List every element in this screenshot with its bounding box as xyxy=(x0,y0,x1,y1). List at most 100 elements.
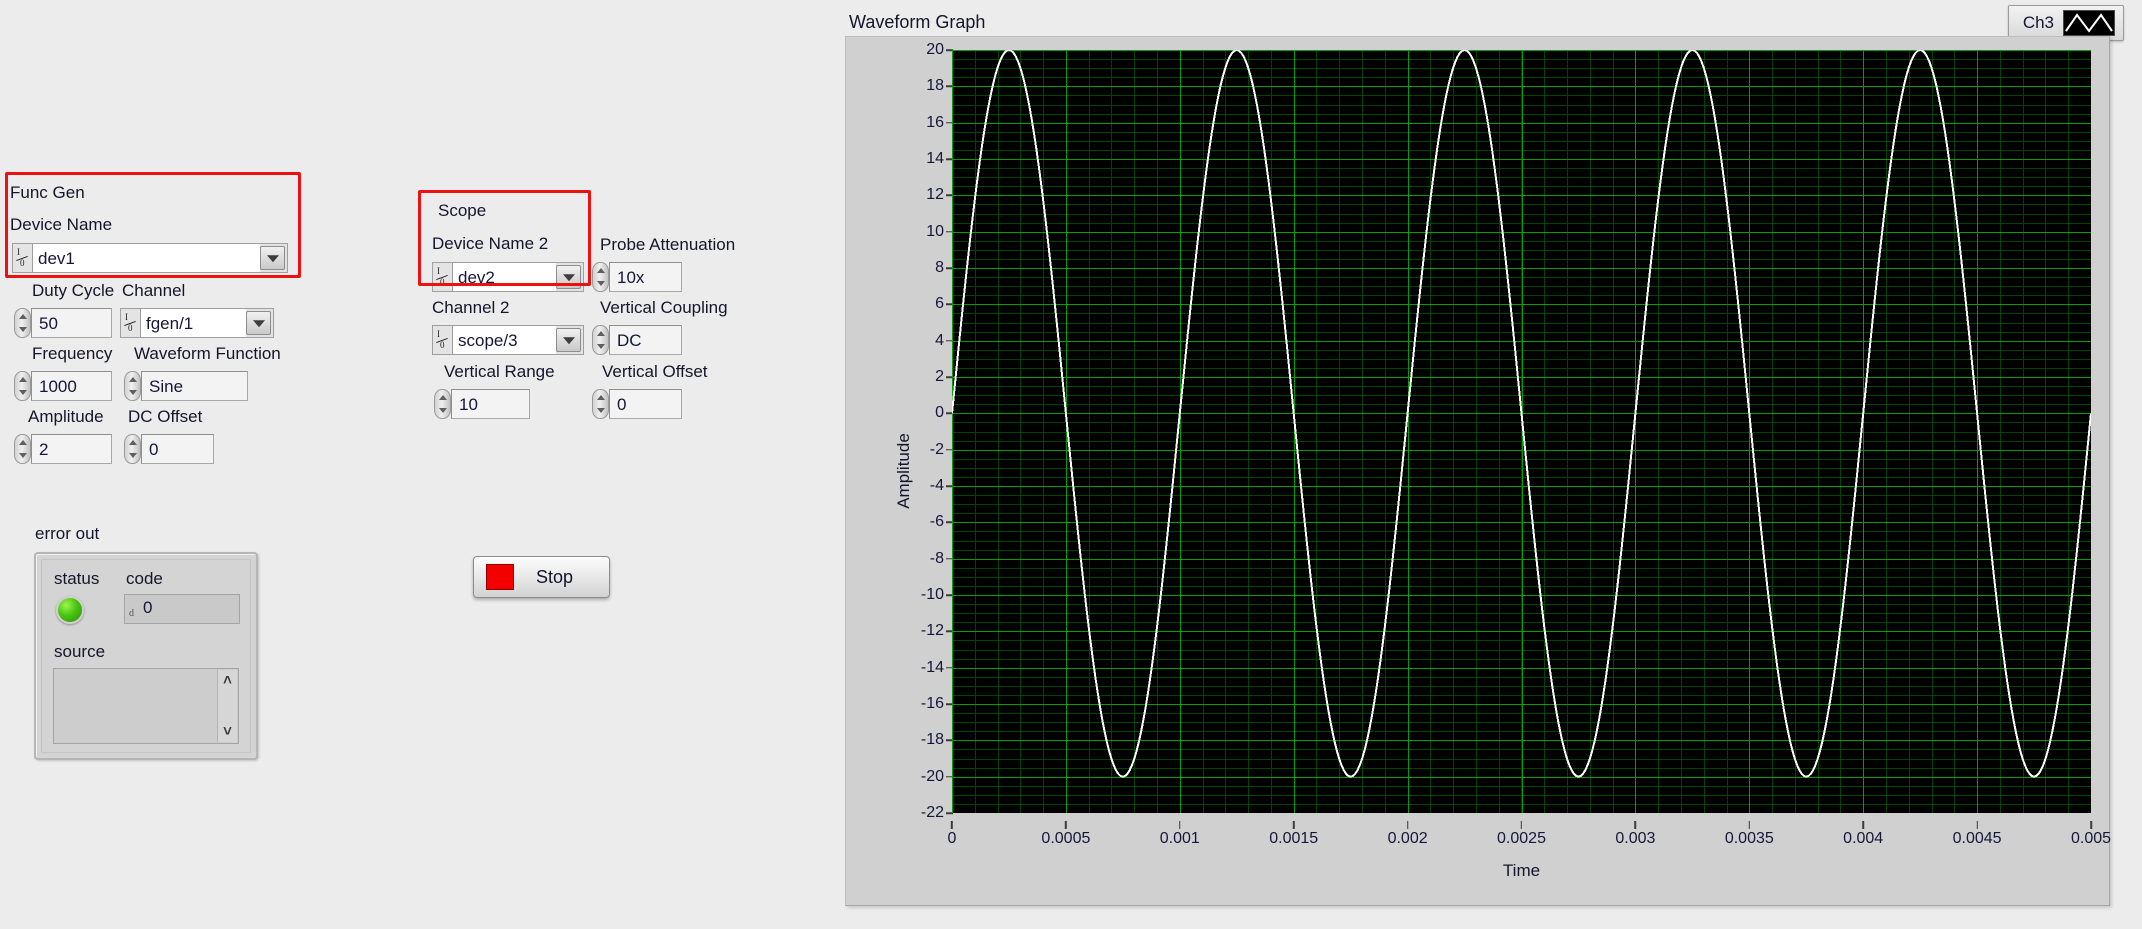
plot-area[interactable] xyxy=(952,50,2091,813)
waveform-icon[interactable] xyxy=(2063,10,2115,36)
stop-button[interactable]: Stop xyxy=(473,556,610,598)
vertical-coupling-spinner-arrows[interactable] xyxy=(592,325,609,355)
error-out-label: error out xyxy=(35,524,100,543)
stop-button-label: Stop xyxy=(535,566,574,587)
vertical-range-value[interactable]: 10 xyxy=(451,389,530,419)
probe-attenuation-value[interactable]: 10x xyxy=(609,262,682,292)
channel-2-combo[interactable]: I0 scope/3 xyxy=(432,325,584,355)
plot-svg xyxy=(952,50,2091,813)
code-value: 0 xyxy=(143,598,153,617)
channel-value: fgen/1 xyxy=(140,309,246,337)
amplitude-label: Amplitude xyxy=(28,407,104,426)
chevron-down-icon[interactable] xyxy=(246,311,271,335)
vertical-offset-spinner-arrows[interactable] xyxy=(592,389,609,419)
y-tick-label: 2 xyxy=(935,368,944,385)
x-tick-label: 0.0035 xyxy=(1724,830,1774,847)
y-tick-label: 10 xyxy=(926,222,944,240)
vertical-offset-stepper[interactable]: 0 xyxy=(592,389,682,419)
graph-title: Waveform Graph xyxy=(849,12,986,32)
amplitude-value[interactable]: 2 xyxy=(31,434,112,464)
waveform-function-value[interactable]: Sine xyxy=(141,371,248,401)
y-tick-label: 20 xyxy=(926,41,944,58)
y-tick-label: 4 xyxy=(935,331,944,349)
y-tick-label: -2 xyxy=(929,440,944,458)
y-tick-label: -14 xyxy=(920,658,944,676)
x-tick-label: 0 xyxy=(947,830,957,847)
x-tick-label: 0.004 xyxy=(1843,830,1884,847)
waveform-function-label: Waveform Function xyxy=(134,344,281,363)
x-tick-label: 0.003 xyxy=(1615,830,1656,847)
y-tick-label: 12 xyxy=(926,186,944,204)
y-tick-label: -6 xyxy=(929,513,944,531)
io-icon: I0 xyxy=(433,326,452,354)
duty-cycle-stepper[interactable]: 50 xyxy=(14,308,112,338)
x-tick-label: 0.0045 xyxy=(1952,830,2002,847)
frequency-value[interactable]: 1000 xyxy=(31,371,112,401)
frequency-label: Frequency xyxy=(32,344,113,363)
io-icon: I0 xyxy=(121,309,140,337)
y-tick-label: 16 xyxy=(926,113,944,131)
y-tick-label: 0 xyxy=(935,404,944,422)
device-name-label: Device Name xyxy=(10,215,113,234)
status-led xyxy=(56,596,84,624)
source-scrollbar[interactable]: ˄ ˅ xyxy=(217,670,237,742)
scroll-down-icon[interactable]: ˅ xyxy=(218,723,237,740)
source-label: source xyxy=(54,642,106,661)
x-tick-label: 0.0005 xyxy=(1041,830,1091,847)
waveform-function-stepper[interactable]: Sine xyxy=(124,371,248,401)
duty-cycle-spinner-arrows[interactable] xyxy=(14,308,31,338)
io-icon: I0 xyxy=(13,244,32,272)
dc-offset-stepper[interactable]: 0 xyxy=(124,434,214,464)
y-tick-label: -16 xyxy=(920,695,944,712)
dc-offset-value[interactable]: 0 xyxy=(141,434,214,464)
channel-label: Channel xyxy=(122,281,186,300)
code-label: code xyxy=(126,569,163,588)
x-axis-label: Time xyxy=(1502,861,1541,880)
x-tick-label: 0.001 xyxy=(1159,830,1200,847)
device-name-2-label: Device Name 2 xyxy=(432,234,549,253)
probe-attenuation-stepper[interactable]: 10x xyxy=(592,262,682,292)
frequency-stepper[interactable]: 1000 xyxy=(14,371,112,401)
io-icon: I0 xyxy=(433,263,452,291)
device-name-2-combo[interactable]: I0 dev2 xyxy=(432,262,584,292)
channel-2-label: Channel 2 xyxy=(432,298,510,317)
device-name-combo[interactable]: I0 dev1 xyxy=(12,243,288,273)
source-field[interactable]: ˄ ˅ xyxy=(53,668,239,744)
stop-color-swatch xyxy=(486,564,514,590)
chevron-down-icon[interactable] xyxy=(260,246,285,270)
waveform-function-spinner-arrows[interactable] xyxy=(124,371,141,401)
vertical-coupling-value[interactable]: DC xyxy=(609,325,682,355)
amplitude-spinner-arrows[interactable] xyxy=(14,434,31,464)
y-tick-label: -20 xyxy=(920,767,944,785)
vertical-offset-value[interactable]: 0 xyxy=(609,389,682,419)
y-tick-label: -10 xyxy=(920,586,944,603)
scope-group-label: Scope xyxy=(438,201,487,220)
chevron-down-icon[interactable] xyxy=(556,265,581,289)
y-tick-label: 8 xyxy=(935,259,944,276)
y-tick-label: 18 xyxy=(926,77,944,95)
channel-combo[interactable]: I0 fgen/1 xyxy=(120,308,274,338)
legend-series-name: Ch3 xyxy=(2022,13,2054,32)
status-label: status xyxy=(54,569,100,588)
vertical-offset-label: Vertical Offset xyxy=(602,362,708,381)
waveform-graph[interactable]: Amplitude 20 18 16 14 12 10 8 6 4 2 0 -2 -4 -6 -8 -10 -1… xyxy=(845,36,2111,906)
dc-offset-spinner-arrows[interactable] xyxy=(124,434,141,464)
vertical-range-stepper[interactable]: 10 xyxy=(434,389,530,419)
amplitude-stepper[interactable]: 2 xyxy=(14,434,112,464)
y-tick-label: -4 xyxy=(929,477,944,494)
vertical-coupling-stepper[interactable]: DC xyxy=(592,325,682,355)
chevron-down-icon[interactable] xyxy=(556,328,581,352)
scroll-up-icon[interactable]: ˄ xyxy=(218,672,237,689)
y-tick-label: -22 xyxy=(920,804,944,821)
y-tick-label: 6 xyxy=(935,295,944,313)
probe-attenuation-label: Probe Attenuation xyxy=(600,235,736,254)
code-field[interactable]: d0 xyxy=(124,594,240,624)
duty-cycle-value[interactable]: 50 xyxy=(31,308,112,338)
vertical-range-spinner-arrows[interactable] xyxy=(434,389,451,419)
probe-attenuation-spinner-arrows[interactable] xyxy=(592,262,609,292)
frequency-spinner-arrows[interactable] xyxy=(14,371,31,401)
channel-2-value: scope/3 xyxy=(452,326,556,354)
y-tick-label: -18 xyxy=(920,731,944,749)
waveform-icon-svg xyxy=(2065,13,2113,33)
device-name-value: dev1 xyxy=(32,244,260,272)
